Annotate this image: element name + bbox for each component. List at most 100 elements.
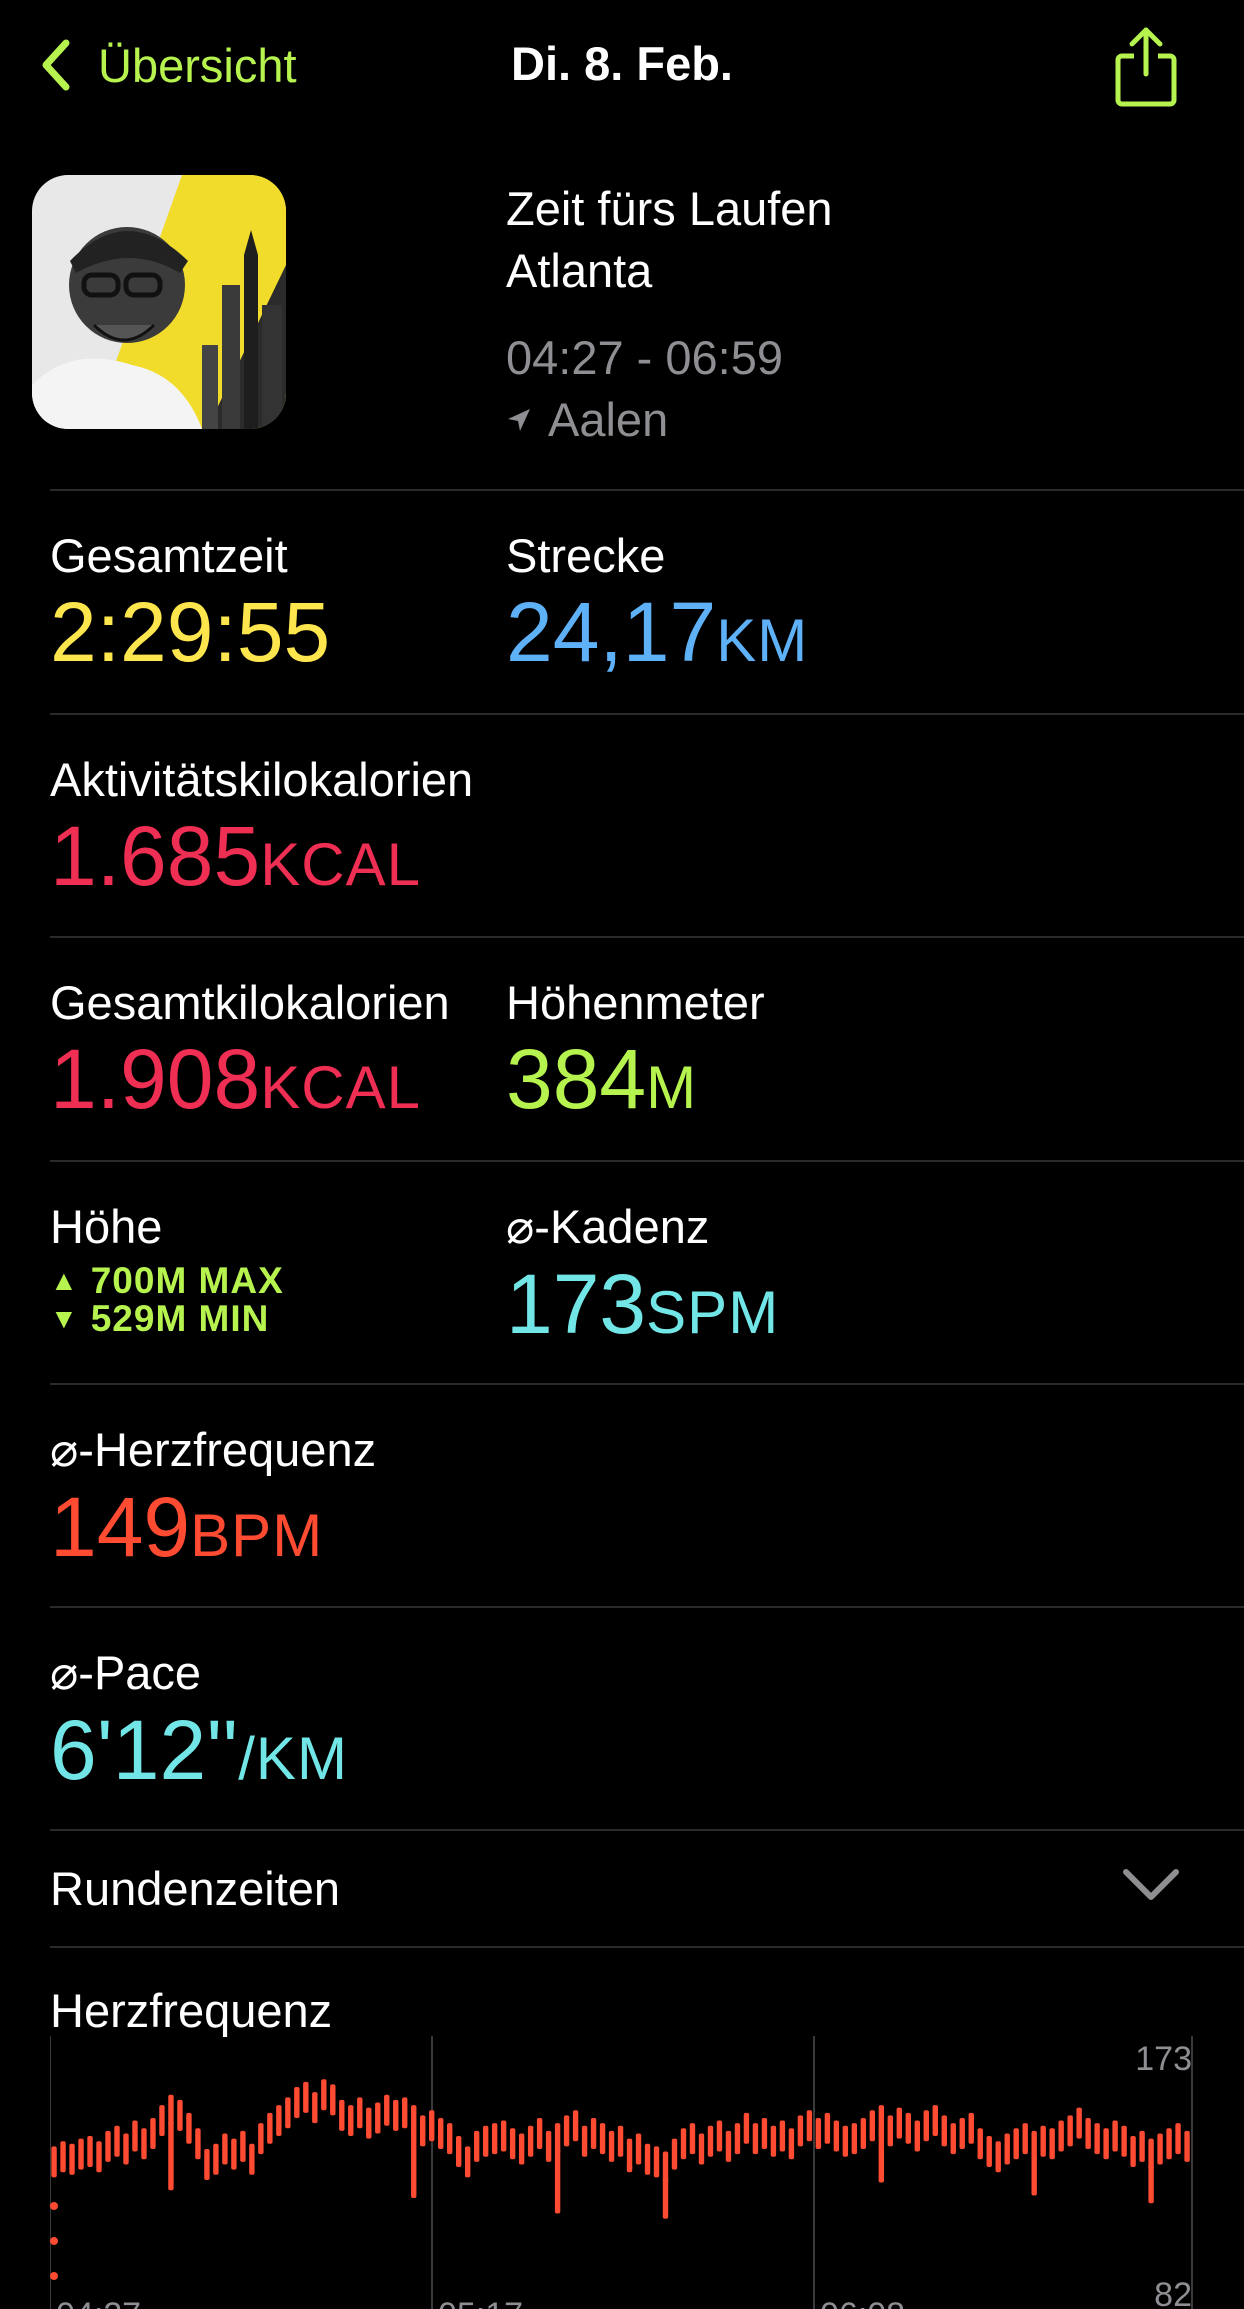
elevation-min-value: 529M MIN (90, 1298, 270, 1339)
metric-label: ⌀-Kadenz (506, 1200, 710, 1253)
metric-unit: BPM (190, 1502, 324, 1569)
chart-bar (806, 2110, 813, 2142)
chart-bar (1013, 2128, 1019, 2160)
chart-bar (213, 2143, 219, 2175)
chart-bar (1130, 2136, 1136, 2168)
chart-bar (402, 2097, 408, 2129)
metric-value: 1.908 (50, 1032, 261, 1126)
location-label: Aalen (548, 393, 669, 446)
divider (50, 936, 1244, 938)
chart-xtick-label: 04:27 (56, 2296, 141, 2309)
chart-xtick-label: 06:08 (820, 2296, 905, 2309)
chart-bar (563, 2115, 570, 2147)
divider (50, 1829, 1244, 1831)
metric-pace: ⌀-Pace 6'12''/KM (50, 1645, 348, 1804)
chart-bar (438, 2117, 444, 2149)
divider (50, 1383, 1244, 1385)
chart-bar (1139, 2130, 1145, 2162)
chart-bar (1004, 2133, 1010, 2165)
chart-bar (743, 2112, 750, 2144)
chart-bar (1121, 2125, 1127, 2157)
chart-bar (473, 2130, 480, 2162)
laps-label: Rundenzeiten (50, 1861, 341, 1915)
metric-unit: /KM (238, 1725, 348, 1792)
chart-bar (375, 2102, 381, 2134)
chart-bar (527, 2125, 534, 2157)
chart-bar (950, 2123, 956, 2155)
chart-bar (240, 2130, 246, 2162)
chart-bar (887, 2115, 894, 2147)
chart-title: Herzfrequenz (50, 1984, 333, 2037)
metric-label: Gesamtkilokalorien (50, 976, 450, 1029)
metric-total-time: Gesamtzeit 2:29:55 (50, 528, 330, 677)
metric-unit: KM (716, 607, 809, 674)
chart-bar (339, 2099, 345, 2131)
chart-bar (195, 2128, 201, 2160)
metric-label: ⌀-Pace (50, 1646, 202, 1699)
chart-bar (707, 2125, 714, 2157)
location-arrow-icon (508, 408, 530, 431)
chart-bar (411, 2130, 417, 2199)
elevation-max: ▲ 700M MAX (50, 1260, 284, 1301)
chart-bar (680, 2128, 687, 2160)
metric-value: 384 (506, 1032, 647, 1126)
chart-bar (312, 2092, 318, 2124)
chart-bar (662, 2177, 669, 2219)
chart-bar (330, 2084, 336, 2116)
chart-bar (518, 2133, 525, 2165)
chart-bar (294, 2086, 300, 2118)
chart-bar (429, 2110, 435, 2142)
chart-bar (141, 2128, 147, 2160)
chart-bar (905, 2112, 911, 2144)
chart-bar (123, 2133, 129, 2165)
chart-bar (788, 2128, 795, 2160)
chart-bar (635, 2133, 642, 2165)
chart-bar (204, 2148, 210, 2180)
divider (50, 1160, 1244, 1162)
metric-active-kcal: Aktivitätskilokalorien 1.685KCAL (50, 752, 473, 910)
elevation-min: ▼ 529M MIN (50, 1298, 284, 1339)
workout-title-line1: Zeit fürs Laufen (506, 182, 833, 235)
nav-bar: Übersicht Di. 8. Feb. (0, 0, 1244, 140)
chart-bar (590, 2117, 597, 2149)
metric-label: Strecke (506, 529, 666, 582)
chart-bar (1058, 2120, 1064, 2152)
chart-bar (267, 2112, 273, 2144)
metric-elevation-gain: Höhenmeter 384M (506, 975, 765, 1133)
chart-bar (995, 2141, 1001, 2173)
chart-bar (1094, 2123, 1100, 2155)
chart-bar (977, 2128, 983, 2160)
chart-bar (896, 2107, 903, 2139)
triangle-down-icon: ▼ (50, 1303, 79, 1334)
chart-xtick-label: 05:17 (438, 2296, 523, 2309)
triangle-up-icon: ▲ (50, 1265, 79, 1296)
metric-value: 2:29:55 (50, 585, 331, 679)
chart-bar (1067, 2115, 1073, 2147)
chart-bar (617, 2125, 624, 2157)
share-icon[interactable] (1112, 22, 1180, 108)
chart-bar (572, 2110, 579, 2142)
chart-bar (698, 2133, 705, 2165)
divider (50, 489, 1244, 491)
chart-bar (384, 2094, 390, 2126)
chart-bar (815, 2117, 822, 2149)
chevron-down-icon[interactable] (1120, 1864, 1182, 1904)
chart-bar (833, 2120, 840, 2152)
chart-bar (644, 2143, 651, 2175)
chart-bar (1103, 2128, 1109, 2160)
chart-bar (231, 2138, 237, 2170)
chart-bar (1166, 2128, 1172, 2160)
chart-bar (1049, 2128, 1055, 2160)
chart-bar (1148, 2164, 1154, 2204)
chart-bar (752, 2123, 759, 2155)
chart-bar (464, 2146, 471, 2178)
heart-rate-chart[interactable]: 173 82 04:27 05:17 06:08 (50, 2036, 1200, 2309)
chart-bar (186, 2112, 192, 2144)
workout-time-range: 04:27 - 06:59 (506, 331, 783, 384)
chart-bar (608, 2130, 615, 2162)
laps-row[interactable]: Rundenzeiten (50, 1832, 1244, 1944)
chart-bar (941, 2115, 947, 2147)
chart-bar (222, 2133, 228, 2165)
chart-bar (653, 2146, 660, 2178)
chart-bar (1175, 2123, 1181, 2155)
